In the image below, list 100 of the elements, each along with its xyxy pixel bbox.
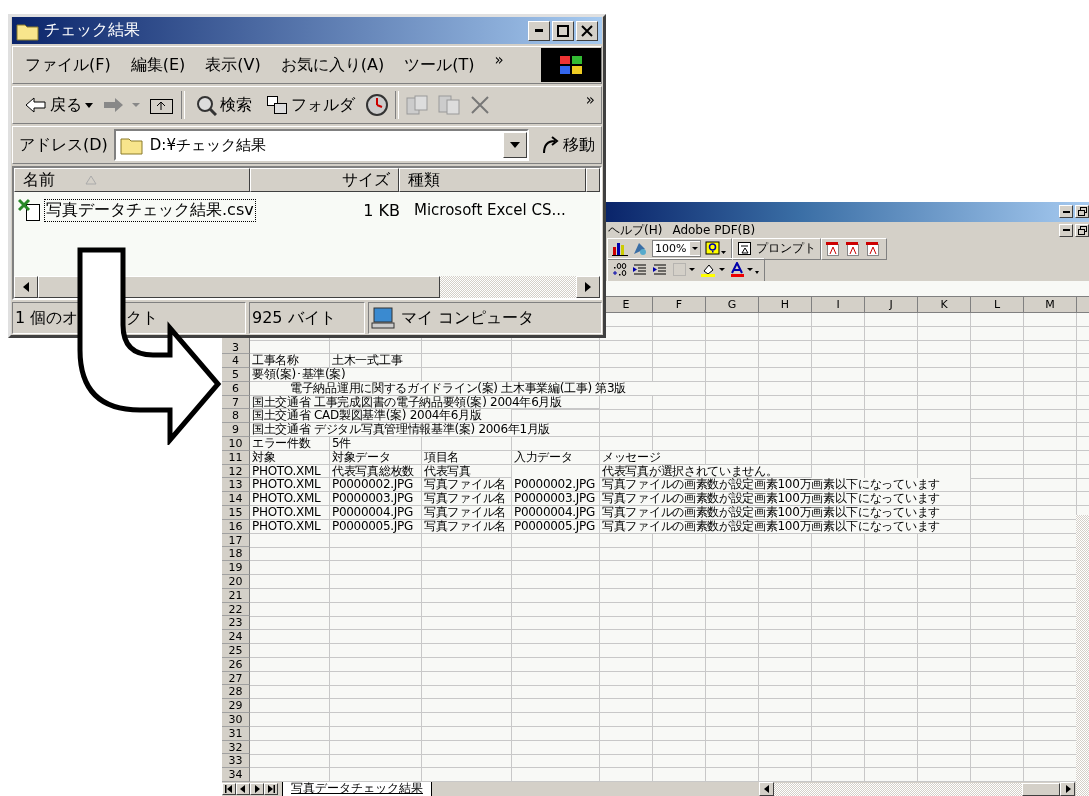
row-header[interactable]: 3	[222, 340, 250, 355]
left-arrow-icon	[225, 785, 233, 793]
table-cell: 写真ファイル名	[422, 478, 512, 493]
restore-button[interactable]	[1075, 223, 1089, 237]
menu-item[interactable]: Adobe PDF(B)	[672, 223, 756, 238]
row-header[interactable]: 23	[222, 616, 250, 631]
row-header[interactable]: 19	[222, 561, 250, 576]
menu-item[interactable]: ツール(T)	[404, 54, 475, 76]
column-header[interactable]: 種類	[399, 168, 586, 192]
menu-item[interactable]: ヘルプ(H)	[608, 221, 663, 239]
row-header[interactable]: 28	[222, 685, 250, 700]
address-field[interactable]: D:¥チェック結果	[113, 129, 529, 161]
right-arrow-icon	[584, 282, 592, 292]
borders-icon[interactable]	[672, 262, 696, 278]
column-header[interactable]: J	[889, 298, 893, 312]
search-button[interactable]: 検索	[191, 94, 256, 116]
close-button[interactable]	[576, 20, 598, 41]
row-header[interactable]: 10	[222, 437, 250, 451]
status-text: マイ コンピュータ	[401, 307, 535, 329]
column-header[interactable]: G	[727, 298, 737, 312]
sort-arrow-icon	[85, 175, 97, 185]
row-header[interactable]: 24	[222, 630, 250, 645]
file-type: Microsoft Excel CS...	[414, 201, 566, 219]
folder-icon	[119, 135, 144, 155]
column-header[interactable]: I	[836, 298, 840, 312]
row-header[interactable]: 18	[222, 547, 250, 562]
row-header[interactable]: 33	[222, 754, 250, 769]
row-header[interactable]: 5	[222, 368, 250, 382]
table-cell: 写真ファイルの画素数が設定画素100万画素以下になっています	[600, 478, 971, 493]
column-header[interactable]: E	[622, 298, 630, 312]
minimize-icon	[1062, 229, 1070, 232]
row-header[interactable]: 13	[222, 478, 250, 493]
fill-color-icon[interactable]	[700, 262, 726, 278]
prompt-button[interactable]: プロンプト	[737, 240, 817, 258]
help-icon[interactable]	[705, 241, 728, 257]
column-header[interactable]	[586, 168, 600, 192]
minimize-icon	[535, 29, 543, 32]
column-header[interactable]: F	[675, 298, 683, 312]
column-header[interactable]: 名前	[14, 168, 250, 192]
curved-arrow-icon	[541, 135, 561, 155]
zoom-dropdown[interactable]: 100%	[652, 240, 702, 258]
delete-icon[interactable]	[469, 94, 491, 116]
indent-icon[interactable]	[652, 262, 668, 278]
column-header[interactable]: H	[780, 298, 790, 312]
close-icon	[581, 24, 593, 37]
column-header[interactable]: K	[940, 298, 948, 312]
left-arrow-icon	[25, 96, 47, 114]
row-header[interactable]: 34	[222, 768, 250, 782]
maximize-button[interactable]	[552, 20, 574, 41]
tab-scroll-button[interactable]	[222, 783, 236, 795]
right-arrow-icon	[253, 785, 261, 793]
tab-scroll-button[interactable]	[236, 783, 250, 795]
row-header[interactable]: 4	[222, 354, 250, 369]
menu-item[interactable]: ファイル(F)	[25, 54, 111, 76]
status-text: 1 個のオ	[15, 307, 79, 329]
address-label: アドレス(D)	[19, 134, 108, 156]
font-color-icon[interactable]	[730, 262, 760, 278]
chart-icon[interactable]	[612, 241, 628, 257]
row-header[interactable]: 20	[222, 575, 250, 589]
horizontal-scrollbar[interactable]	[14, 276, 600, 298]
tab-scroll-button[interactable]	[264, 783, 278, 795]
column-header[interactable]: L	[993, 298, 1001, 312]
folders-button[interactable]: フォルダ	[262, 94, 359, 116]
caret-icon	[85, 102, 93, 108]
folders-icon	[266, 95, 288, 115]
status-text: クト	[126, 307, 159, 329]
row-header[interactable]: 9	[222, 423, 250, 438]
minimize-button[interactable]	[1059, 205, 1073, 219]
menu-item[interactable]: 編集(E)	[130, 54, 186, 76]
row-header[interactable]: 30	[222, 713, 250, 727]
scrollbar-thumb[interactable]	[1022, 782, 1060, 796]
row-header[interactable]: 8	[222, 409, 250, 424]
row-header[interactable]: 25	[222, 644, 250, 658]
back-button[interactable]: 戻る	[21, 94, 97, 116]
decimal-icon[interactable]	[612, 262, 628, 278]
restore-button[interactable]	[1075, 205, 1089, 219]
window-title: チェック結果	[44, 20, 141, 41]
go-button[interactable]: 移動	[535, 134, 601, 156]
row-header[interactable]: 29	[222, 699, 250, 713]
menu-item[interactable]: 表示(V)	[205, 54, 261, 76]
minimize-button[interactable]	[528, 20, 550, 41]
search-icon	[195, 94, 217, 116]
file-size: 1 KB	[362, 200, 401, 220]
left-arrow-icon	[762, 785, 771, 793]
more-menu-chevron[interactable]: »	[494, 51, 504, 69]
tab-scroll-button[interactable]	[250, 783, 264, 795]
column-header[interactable]: サイズ	[250, 168, 399, 192]
column-header[interactable]: M	[1045, 298, 1055, 312]
status-text: 925 バイト	[249, 302, 365, 334]
outdent-icon[interactable]	[632, 262, 648, 278]
minimize-button[interactable]	[1059, 223, 1073, 237]
row-header[interactable]: 14	[222, 492, 250, 507]
row-header[interactable]: 15	[222, 506, 250, 520]
history-icon[interactable]	[365, 93, 389, 117]
formula-bar[interactable]	[605, 280, 1089, 298]
more-tools-chevron[interactable]: »	[585, 91, 595, 109]
table-cell: 代表写真が選択されていません。	[600, 464, 812, 479]
file-name[interactable]: 写真データチェック結果.csv	[44, 198, 256, 222]
horizontal-scrollbar[interactable]	[759, 782, 1075, 796]
menu-item[interactable]: お気に入り(A)	[280, 54, 385, 76]
